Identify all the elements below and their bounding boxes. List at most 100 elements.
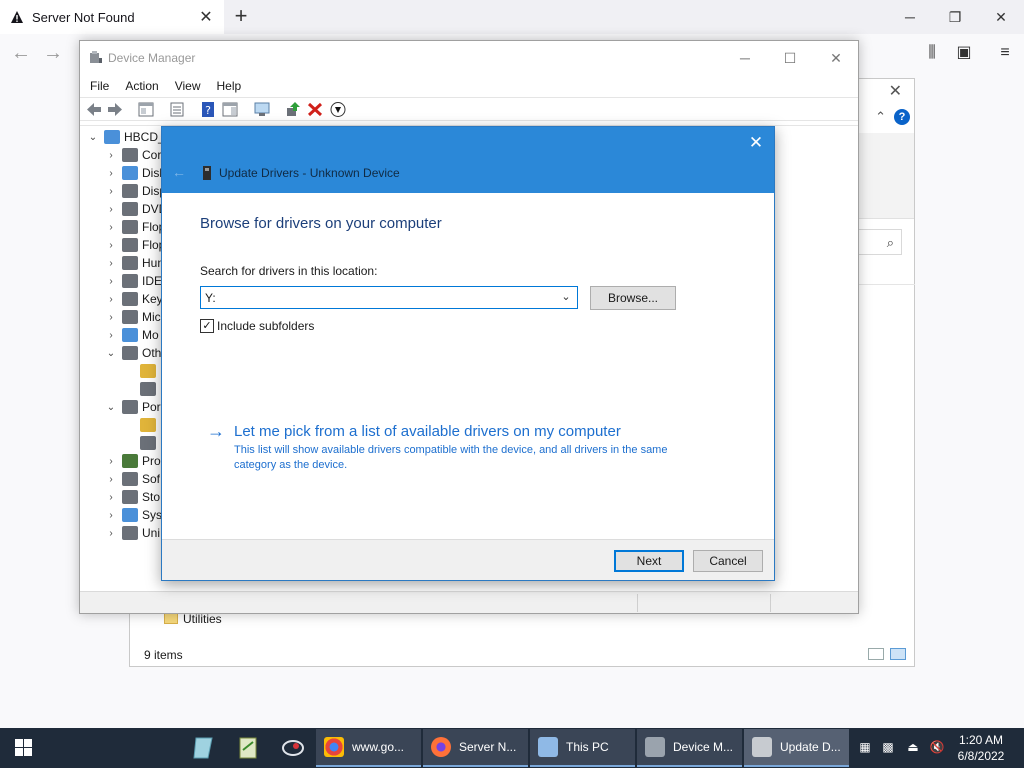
folder-label[interactable]: Utilities (183, 612, 222, 626)
expand-icon[interactable]: › (104, 204, 118, 215)
device-tree-item[interactable] (122, 434, 160, 452)
menu-icon[interactable]: ≡ (993, 42, 1017, 64)
explorer-close-icon[interactable]: ✕ (889, 81, 902, 101)
device-tree-item[interactable] (122, 380, 160, 398)
tray-icon[interactable]: ▦ (856, 738, 874, 756)
taskbar-item-device-manager[interactable]: Device M... (637, 729, 742, 767)
expand-icon[interactable]: › (104, 456, 118, 467)
expand-icon[interactable]: › (104, 492, 118, 503)
help-book-icon[interactable]: ? (199, 101, 217, 118)
expand-icon[interactable]: › (104, 330, 118, 341)
device-tree-item[interactable]: ⌄ Oth (104, 344, 161, 362)
device-tree-item[interactable]: ⌄ Por (104, 398, 161, 416)
menu-action[interactable]: Action (125, 75, 158, 97)
device-tree-item[interactable]: › Disp (104, 182, 166, 200)
sidebar-icon[interactable]: ▣ (952, 42, 976, 64)
expand-icon[interactable]: › (104, 168, 118, 179)
collapse-icon[interactable]: ⌄ (86, 132, 100, 143)
device-tree-item[interactable]: › Key (104, 290, 163, 308)
back-icon[interactable] (85, 101, 103, 118)
ribbon-collapse-icon[interactable]: ⌃ (875, 109, 886, 125)
expand-icon[interactable]: › (104, 294, 118, 305)
device-tree-item[interactable]: › Pro (104, 452, 161, 470)
taskbar-item-firefox[interactable]: Server N... (423, 729, 528, 767)
device-tree-item[interactable]: ⌄ HBCD_ (86, 128, 165, 146)
pick-from-list-link[interactable]: Let me pick from a list of available dri… (234, 423, 621, 440)
device-tree-item[interactable]: › DVD (104, 200, 167, 218)
forward-arrow-icon[interactable]: → (40, 41, 66, 67)
color-tray-icon[interactable]: ▩ (879, 738, 897, 756)
menu-view[interactable]: View (175, 75, 201, 97)
expand-icon[interactable]: › (104, 474, 118, 485)
device-tree-item[interactable]: › Mo (104, 326, 159, 344)
browse-button[interactable]: Browse... (590, 286, 676, 310)
device-tree-item[interactable]: › Syst (104, 506, 165, 524)
expand-icon[interactable]: › (104, 510, 118, 521)
minimize-button[interactable]: ─ (896, 4, 924, 30)
expand-icon[interactable]: › (104, 222, 118, 233)
device-tree-item[interactable]: › Uni (104, 524, 160, 542)
large-icons-view-icon[interactable] (890, 648, 906, 660)
device-tree-item[interactable] (122, 362, 160, 380)
expand-icon[interactable]: › (104, 186, 118, 197)
update-driver-icon[interactable] (284, 101, 302, 118)
speaker-muted-icon[interactable]: 🔇 (928, 738, 946, 756)
cancel-button[interactable]: Cancel (693, 550, 763, 572)
search-location-combobox[interactable]: ⌄ (200, 286, 578, 309)
back-arrow-icon[interactable]: ← (8, 41, 34, 67)
device-tree-item[interactable]: › Flop (104, 218, 165, 236)
library-icon[interactable]: ⫼ (920, 42, 944, 64)
search-location-input[interactable] (205, 289, 545, 306)
expand-icon[interactable]: › (104, 258, 118, 269)
minimize-button[interactable]: ─ (730, 47, 760, 69)
new-tab-button[interactable]: + (228, 4, 254, 30)
next-button[interactable]: Next (614, 550, 684, 572)
close-button[interactable]: ✕ (821, 47, 851, 69)
usb-icon[interactable]: ⏏ (904, 738, 922, 756)
tool-icon[interactable] (279, 734, 307, 762)
properties-icon[interactable] (168, 101, 186, 118)
device-tree-item[interactable]: › Cor (104, 146, 161, 164)
forward-icon[interactable] (106, 101, 124, 118)
notepad-icon[interactable] (234, 734, 262, 762)
close-window-button[interactable]: ✕ (987, 4, 1015, 30)
scan-hardware-icon[interactable] (253, 101, 271, 118)
device-tree-item[interactable]: › Flop (104, 236, 165, 254)
menu-help[interactable]: Help (217, 75, 242, 97)
taskbar-item-chrome[interactable]: www.go... (316, 729, 421, 767)
tab-close-icon[interactable]: ✕ (194, 7, 218, 27)
sticky-notes-icon[interactable] (190, 734, 218, 762)
tab-server-not-found[interactable]: Server Not Found ✕ (0, 0, 224, 34)
device-tree-item[interactable]: › IDE (104, 272, 162, 290)
taskbar-item-update-drivers[interactable]: Update D... (744, 729, 849, 767)
device-tree-item[interactable]: › Disl (104, 164, 162, 182)
device-tree-item[interactable] (122, 416, 160, 434)
maximize-button[interactable]: ☐ (775, 47, 805, 69)
uninstall-device-icon[interactable] (306, 101, 324, 118)
chevron-down-icon[interactable]: ⌄ (559, 289, 573, 306)
expand-icon[interactable]: › (104, 240, 118, 251)
show-hide-tree-icon[interactable] (137, 101, 155, 118)
include-subfolders-label[interactable]: Include subfolders (217, 319, 314, 333)
dialog-close-button[interactable]: ✕ (746, 133, 766, 153)
details-view-icon[interactable] (868, 648, 884, 660)
menu-file[interactable]: File (90, 75, 109, 97)
clock[interactable]: 1:20 AM 6/8/2022 (952, 732, 1010, 764)
expand-icon[interactable]: › (104, 312, 118, 323)
include-subfolders-checkbox[interactable]: ✓ (200, 319, 214, 333)
expand-icon[interactable]: › (104, 276, 118, 287)
expand-icon[interactable]: › (104, 150, 118, 161)
maximize-button[interactable]: ❐ (941, 4, 969, 30)
collapse-icon[interactable]: ⌄ (104, 348, 118, 359)
device-tree-item[interactable]: › Sof (104, 470, 160, 488)
device-tree-item[interactable]: › Sto (104, 488, 160, 506)
right-arrow-icon[interactable]: → (207, 421, 225, 442)
expand-icon[interactable]: › (104, 528, 118, 539)
collapse-icon[interactable]: ⌄ (104, 402, 118, 413)
back-arrow-icon[interactable]: ← (172, 164, 186, 180)
windows-start-icon[interactable] (0, 728, 48, 768)
device-tree-item[interactable]: › Mic (104, 308, 161, 326)
taskbar-item-this-pc[interactable]: This PC (530, 729, 635, 767)
action-pane-icon[interactable] (221, 101, 239, 118)
disable-device-icon[interactable] (329, 101, 347, 118)
